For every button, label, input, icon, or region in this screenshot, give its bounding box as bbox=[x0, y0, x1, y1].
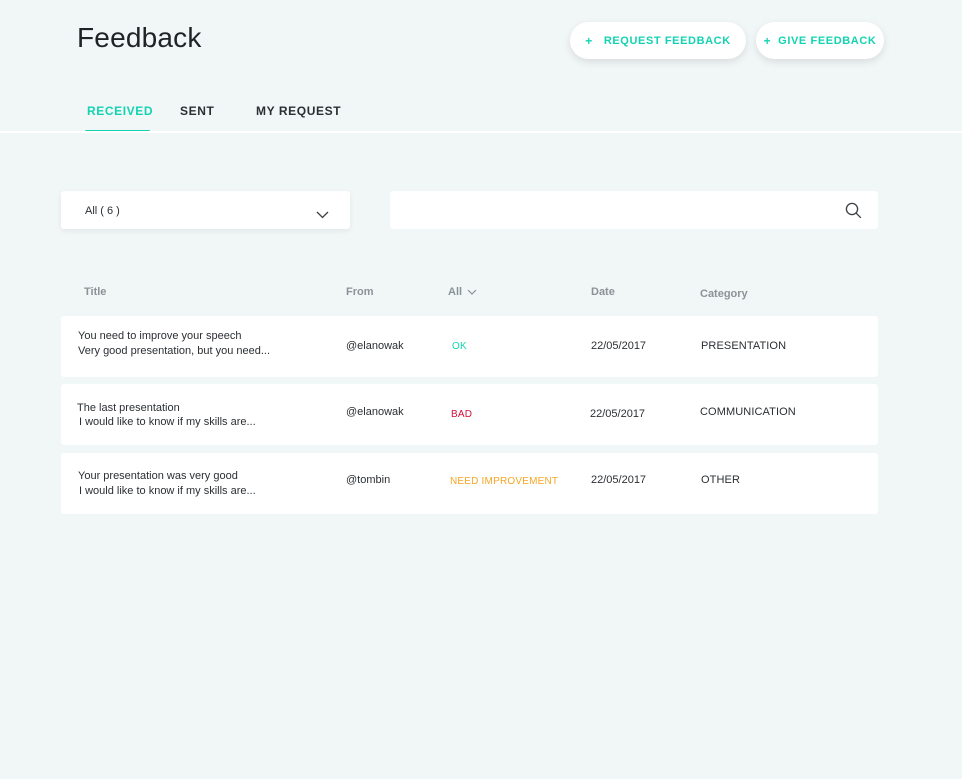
plus-icon: + bbox=[763, 33, 772, 48]
column-header-date: Date bbox=[591, 286, 615, 298]
status-filter-label: All bbox=[448, 286, 463, 298]
feedback-from: @elanowak bbox=[346, 340, 404, 352]
chevron-down-icon bbox=[316, 206, 329, 224]
plus-icon: + bbox=[585, 33, 593, 48]
feedback-from: @tombin bbox=[346, 474, 391, 486]
feedback-excerpt: Very good presentation, but you need... bbox=[78, 345, 271, 357]
request-feedback-button[interactable]: + REQUEST FEEDBACK bbox=[570, 22, 746, 59]
give-feedback-label: GIVE FEEDBACK bbox=[778, 34, 877, 47]
request-feedback-label: REQUEST FEEDBACK bbox=[603, 34, 731, 47]
feedback-title: You need to improve your speech bbox=[78, 330, 242, 342]
table-row[interactable]: Your presentation was very good I would … bbox=[61, 453, 878, 514]
filter-selected-value: All ( 6 ) bbox=[85, 205, 120, 217]
table-row[interactable]: You need to improve your speech Very goo… bbox=[61, 316, 878, 377]
feedback-category: OTHER bbox=[701, 474, 740, 486]
tab-sent[interactable]: SENT bbox=[180, 104, 214, 118]
column-header-status-filter[interactable]: All bbox=[448, 286, 477, 298]
feedback-date: 22/05/2017 bbox=[590, 408, 646, 420]
search-icon[interactable] bbox=[845, 202, 862, 224]
status-badge: BAD bbox=[451, 409, 473, 420]
status-badge: NEED IMPROVEMENT bbox=[450, 476, 559, 487]
feedback-category: PRESENTATION bbox=[701, 340, 787, 352]
column-header-title: Title bbox=[84, 286, 107, 298]
status-badge: OK bbox=[452, 341, 467, 352]
column-header-category: Category bbox=[700, 288, 748, 300]
filter-dropdown[interactable]: All ( 6 ) bbox=[61, 191, 350, 229]
feedback-excerpt: I would like to know if my skills are... bbox=[79, 416, 256, 428]
feedback-date: 22/05/2017 bbox=[591, 474, 647, 486]
chevron-down-icon bbox=[467, 289, 477, 295]
page-title: Feedback bbox=[77, 22, 202, 53]
feedback-from: @elanowak bbox=[346, 406, 404, 418]
table-row[interactable]: The last presentation I would like to kn… bbox=[61, 384, 878, 445]
feedback-title: The last presentation bbox=[77, 402, 180, 414]
tab-received[interactable]: RECEIVED bbox=[87, 104, 153, 118]
tabs-divider bbox=[0, 131, 962, 133]
search-input[interactable] bbox=[390, 191, 830, 229]
feedback-category: COMMUNICATION bbox=[700, 406, 796, 418]
give-feedback-button[interactable]: + GIVE FEEDBACK bbox=[756, 22, 884, 59]
tab-my-request[interactable]: MY REQUEST bbox=[256, 104, 341, 118]
search-bar bbox=[390, 191, 878, 229]
feedback-excerpt: I would like to know if my skills are... bbox=[79, 485, 256, 497]
feedback-date: 22/05/2017 bbox=[591, 340, 647, 352]
feedback-title: Your presentation was very good bbox=[78, 470, 238, 482]
column-header-from: From bbox=[346, 286, 374, 298]
